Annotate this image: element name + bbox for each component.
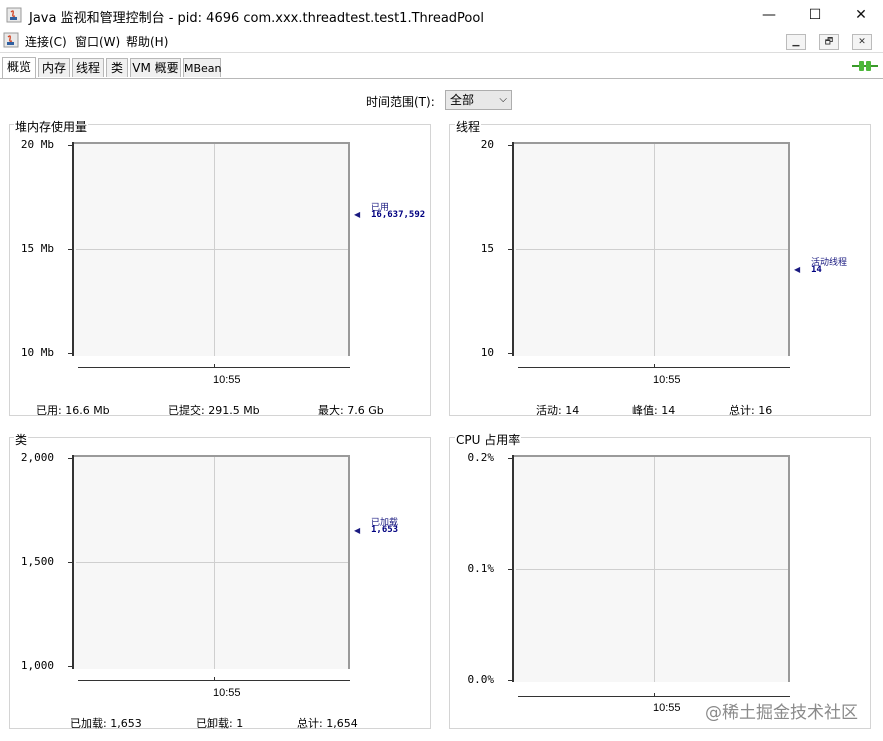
cpu-x-tick xyxy=(654,693,655,697)
time-range-value: 全部 xyxy=(450,93,475,107)
java-cup-icon xyxy=(3,32,19,48)
heap-y-tick xyxy=(68,353,72,354)
heap-plot-border xyxy=(74,142,350,144)
connection-plug-icon xyxy=(852,61,878,71)
threads-panel-title: 线程 xyxy=(455,118,482,135)
threads-y-tick xyxy=(508,353,512,354)
threads-plot-border xyxy=(788,142,790,356)
classes-y-axis xyxy=(72,455,74,669)
heap-panel-title: 堆内存使用量 xyxy=(14,118,89,135)
threads-legend-value: 14 xyxy=(811,265,822,275)
java-cup-icon xyxy=(6,7,22,23)
tab-mbean[interactable]: MBean xyxy=(183,58,222,77)
time-range-label: 时间范围(T): xyxy=(366,95,435,109)
classes-plot-border xyxy=(348,455,350,669)
classes-legend-value: 1,653 xyxy=(371,525,399,535)
tab-overview[interactable]: 概览 xyxy=(2,57,36,78)
threads-stat-live: 活动: 14 xyxy=(536,404,580,417)
classes-x-label: 10:55 xyxy=(213,687,241,699)
menu-help[interactable]: 帮助(H) xyxy=(126,33,168,50)
heap-stat-max: 最大: 7.6 Gb xyxy=(318,404,384,417)
tab-memory[interactable]: 内存 xyxy=(38,58,70,77)
classes-y-tick xyxy=(68,666,72,667)
heap-y-label: 15 Mb xyxy=(20,242,54,255)
cpu-plot-border xyxy=(514,455,790,457)
heap-y-label: 20 Mb xyxy=(20,138,54,151)
close-button[interactable]: ✕ xyxy=(838,0,883,30)
threads-y-tick xyxy=(508,145,512,146)
threads-stat-total: 总计: 16 xyxy=(729,404,773,417)
heap-grid-line xyxy=(214,144,215,356)
classes-panel-title: 类 xyxy=(14,431,29,448)
classes-grid-line xyxy=(76,562,348,563)
cpu-grid-line xyxy=(516,569,788,570)
threads-y-label: 10 xyxy=(480,346,494,359)
heap-x-label: 10:55 xyxy=(213,374,241,386)
threads-grid-line xyxy=(654,144,655,356)
classes-y-label: 2,000 xyxy=(20,451,54,464)
threads-plot-border xyxy=(514,142,790,144)
threads-y-tick xyxy=(508,249,512,250)
time-range-select[interactable]: 全部 ⌵ xyxy=(445,90,512,110)
classes-grid-line xyxy=(214,457,215,669)
cpu-y-label: 0.2% xyxy=(467,451,495,464)
heap-value-marker-icon: ◀ xyxy=(354,210,361,219)
classes-x-tick xyxy=(214,677,215,681)
threads-y-label: 15 xyxy=(480,242,494,255)
heap-y-tick xyxy=(68,249,72,250)
cpu-plot-border xyxy=(788,455,790,682)
threads-stat-peak: 峰值: 14 xyxy=(632,404,676,417)
window-title: Java 监视和管理控制台 - pid: 4696 com.xxx.thread… xyxy=(29,11,484,26)
classes-y-tick xyxy=(68,458,72,459)
classes-stat-unloaded: 已卸载: 1 xyxy=(196,717,244,730)
classes-stat-loaded: 已加载: 1,653 xyxy=(70,717,142,730)
minimize-button[interactable]: — xyxy=(746,0,792,30)
tab-threads[interactable]: 线程 xyxy=(72,58,104,77)
heap-stat-used: 已用: 16.6 Mb xyxy=(36,404,110,417)
heap-plot-border xyxy=(348,142,350,356)
maximize-button[interactable]: ☐ xyxy=(792,0,838,30)
classes-y-tick xyxy=(68,562,72,563)
watermark: @稀土掘金技术社区 xyxy=(705,703,858,723)
cpu-y-tick xyxy=(508,569,512,570)
threads-value-marker-icon: ◀ xyxy=(794,265,801,274)
heap-legend-value: 16,637,592 xyxy=(371,210,426,220)
threads-y-label: 20 xyxy=(480,138,494,151)
cpu-y-label: 0.1% xyxy=(467,562,495,575)
cpu-y-axis xyxy=(512,455,514,682)
classes-stat-total: 总计: 1,654 xyxy=(297,717,358,730)
title-bar: Java 监视和管理控制台 - pid: 4696 com.xxx.thread… xyxy=(0,0,883,30)
menu-bar: 连接(C) 窗口(W) 帮助(H) xyxy=(0,30,883,53)
threads-x-label: 10:55 xyxy=(653,374,681,386)
cpu-y-tick xyxy=(508,458,512,459)
cpu-panel-title: CPU 占用率 xyxy=(455,431,522,448)
tab-classes[interactable]: 类 xyxy=(106,58,128,77)
heap-stat-committed: 已提交: 291.5 Mb xyxy=(168,404,260,417)
mdi-restore-button[interactable]: 🗗 xyxy=(819,34,839,50)
classes-y-label: 1,500 xyxy=(20,555,54,568)
classes-plot-border xyxy=(74,455,350,457)
threads-x-tick xyxy=(654,364,655,368)
cpu-y-tick xyxy=(508,680,512,681)
classes-y-label: 1,000 xyxy=(20,659,54,672)
chevron-down-icon: ⌵ xyxy=(499,94,507,105)
heap-x-tick xyxy=(214,364,215,368)
tab-vm-summary[interactable]: VM 概要 xyxy=(130,58,181,77)
cpu-x-label: 10:55 xyxy=(653,702,681,714)
cpu-grid-line xyxy=(654,457,655,682)
mdi-minimize-button[interactable]: ▁ xyxy=(786,34,806,50)
menu-window[interactable]: 窗口(W) xyxy=(75,33,120,50)
cpu-y-label: 0.0% xyxy=(467,673,495,686)
threads-y-axis xyxy=(512,142,514,356)
tab-bar: 概览 内存 线程 类 VM 概要 MBean xyxy=(0,56,883,79)
heap-y-tick xyxy=(68,145,72,146)
heap-y-axis xyxy=(72,142,74,356)
classes-value-marker-icon: ◀ xyxy=(354,526,361,535)
mdi-close-button[interactable]: ✕ xyxy=(852,34,872,50)
heap-grid-line xyxy=(76,249,348,250)
menu-connection[interactable]: 连接(C) xyxy=(25,33,67,50)
heap-y-label: 10 Mb xyxy=(20,346,54,359)
threads-grid-line xyxy=(516,249,788,250)
